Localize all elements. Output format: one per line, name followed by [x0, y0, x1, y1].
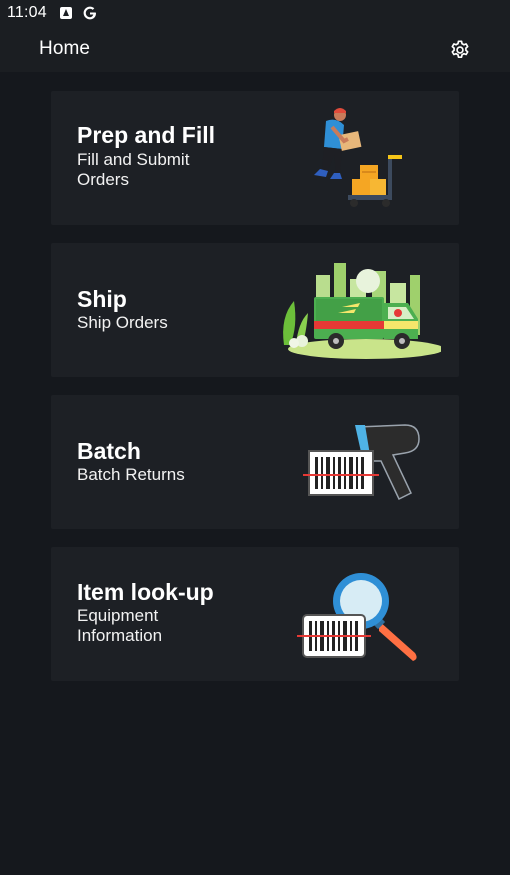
status-time: 11:04 — [7, 4, 47, 21]
card-title: Prep and Fill — [77, 122, 216, 148]
delivery-truck-icon — [283, 263, 441, 359]
app-bar: Home — [0, 26, 510, 72]
card-subtitle: Ship Orders — [77, 313, 168, 332]
card-title: Ship — [77, 286, 127, 312]
gear-icon — [451, 40, 469, 58]
card-prep-and-fill[interactable]: Prep and Fill Fill and Submit Orders — [51, 91, 459, 225]
notification-icon — [59, 6, 73, 20]
google-g-icon — [82, 5, 98, 21]
barcode-scanner-icon — [303, 424, 420, 501]
card-subtitle: Batch Returns — [77, 465, 185, 484]
settings-button[interactable] — [446, 36, 474, 64]
magnifier-barcode-icon — [297, 573, 417, 661]
status-bar: 11:04 — [0, 0, 510, 26]
card-subtitle: Fill and Submit Orders — [77, 150, 190, 189]
card-title: Batch — [77, 438, 141, 464]
card-batch[interactable]: Batch Batch Returns — [51, 395, 459, 529]
card-subtitle: Equipment Information — [77, 606, 163, 645]
page-title: Home — [39, 38, 91, 59]
worker-with-boxes-icon — [314, 108, 402, 207]
card-title: Item look-up — [77, 579, 214, 605]
card-ship[interactable]: Ship Ship Orders — [51, 243, 459, 377]
card-item-look-up[interactable]: Item look-up Equipment Information — [51, 547, 459, 681]
